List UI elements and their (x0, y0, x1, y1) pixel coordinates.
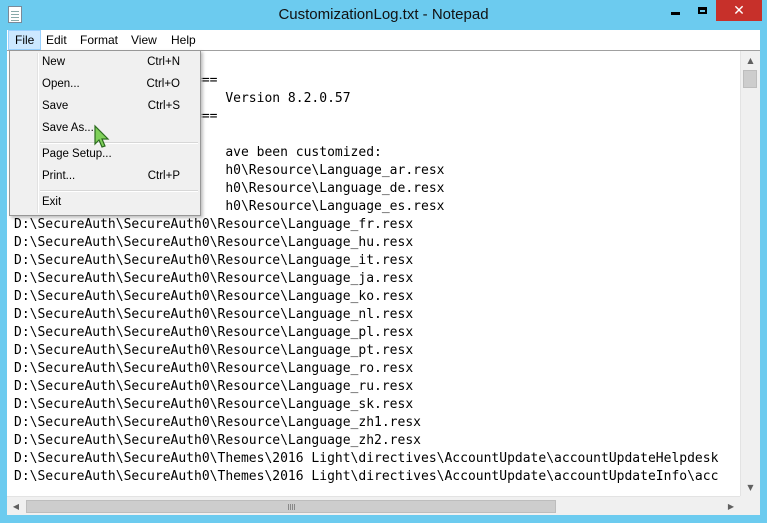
menu-item-save[interactable]: Save Ctrl+S (12, 96, 198, 117)
scroll-left-button[interactable]: ◀ (7, 497, 25, 515)
menu-item-label: New (42, 56, 66, 68)
menu-bar: File Edit Format View Help (7, 30, 760, 50)
menu-edit[interactable]: Edit (40, 30, 73, 50)
menu-item-new[interactable]: New Ctrl+N (12, 52, 198, 73)
text-line: D:\SecureAuth\SecureAuth0\Resource\Langu… (14, 379, 414, 394)
menu-item-label: Print... (42, 170, 76, 182)
maximize-button[interactable] (689, 0, 716, 21)
menu-format[interactable]: Format (74, 30, 124, 50)
scroll-right-button[interactable]: ▶ (722, 497, 740, 515)
menu-item-open[interactable]: Open... Ctrl+O (12, 74, 198, 95)
menu-item-shortcut: Ctrl+O (146, 78, 180, 90)
close-button[interactable]: ✕ (716, 0, 762, 21)
text-line: D:\SecureAuth\SecureAuth0\Resource\Langu… (14, 397, 414, 412)
text-line: D:\SecureAuth\SecureAuth0\Resource\Langu… (14, 289, 414, 304)
menu-item-exit[interactable]: Exit (12, 192, 198, 213)
text-line: D:\SecureAuth\SecureAuth0\Resource\Langu… (14, 307, 414, 322)
chevron-right-icon: ▶ (727, 502, 735, 511)
title-bar[interactable]: CustomizationLog.txt - Notepad ✕ (0, 0, 767, 30)
text-line: D:\SecureAuth\SecureAuth0\Resource\Langu… (14, 235, 414, 250)
menu-item-label: Save As... (42, 122, 94, 134)
menu-item-label: Save (42, 100, 69, 112)
maximize-icon (698, 7, 707, 14)
minimize-icon (671, 12, 680, 15)
menu-help[interactable]: Help (165, 30, 202, 50)
minimize-button[interactable] (662, 0, 689, 21)
menu-item-print[interactable]: Print... Ctrl+P (12, 166, 198, 187)
menu-item-shortcut: Ctrl+P (147, 170, 180, 182)
mouse-pointer-icon (94, 124, 110, 148)
menu-view[interactable]: View (125, 30, 163, 50)
close-icon: ✕ (733, 2, 745, 19)
horizontal-scrollbar[interactable]: ◀ ▶ (7, 496, 740, 515)
chevron-up-icon: ▲ (747, 55, 754, 65)
text-line: D:\SecureAuth\SecureAuth0\Resource\Langu… (14, 415, 421, 430)
menu-item-shortcut: Ctrl+N (147, 56, 180, 68)
notepad-window: CustomizationLog.txt - Notepad ✕ File Ed… (0, 0, 767, 523)
text-line: D:\SecureAuth\SecureAuth0\Resource\Langu… (14, 217, 414, 232)
vertical-scroll-thumb[interactable] (743, 70, 757, 88)
chevron-left-icon: ◀ (12, 502, 20, 511)
text-line: D:\SecureAuth\SecureAuth0\Resource\Langu… (14, 271, 414, 286)
scroll-up-button[interactable]: ▲ (741, 51, 760, 69)
text-line: D:\SecureAuth\SecureAuth0\Resource\Langu… (14, 343, 414, 358)
menu-item-shortcut: Ctrl+S (147, 100, 180, 112)
text-line: D:\SecureAuth\SecureAuth0\Themes\2016 Li… (14, 451, 719, 466)
menu-file[interactable]: File (8, 30, 42, 50)
vertical-scrollbar[interactable]: ▲ ▼ (740, 51, 760, 496)
text-line: D:\SecureAuth\SecureAuth0\Resource\Langu… (14, 253, 414, 268)
horizontal-scroll-thumb[interactable] (26, 500, 556, 513)
menu-item-label: Open... (42, 78, 80, 90)
text-line: D:\SecureAuth\SecureAuth0\Resource\Langu… (14, 361, 414, 376)
window-title: CustomizationLog.txt - Notepad (278, 6, 489, 23)
text-line: D:\SecureAuth\SecureAuth0\Resource\Langu… (14, 325, 414, 340)
text-line: D:\SecureAuth\SecureAuth0\Themes\2016 Li… (14, 469, 719, 484)
text-line: D:\SecureAuth\SecureAuth0\Resource\Langu… (14, 433, 421, 448)
menu-item-label: Exit (42, 196, 62, 208)
chevron-down-icon: ▼ (747, 482, 754, 492)
scroll-down-button[interactable]: ▼ (741, 478, 760, 496)
scrollbar-corner (740, 496, 760, 515)
grip-icon (287, 503, 295, 510)
